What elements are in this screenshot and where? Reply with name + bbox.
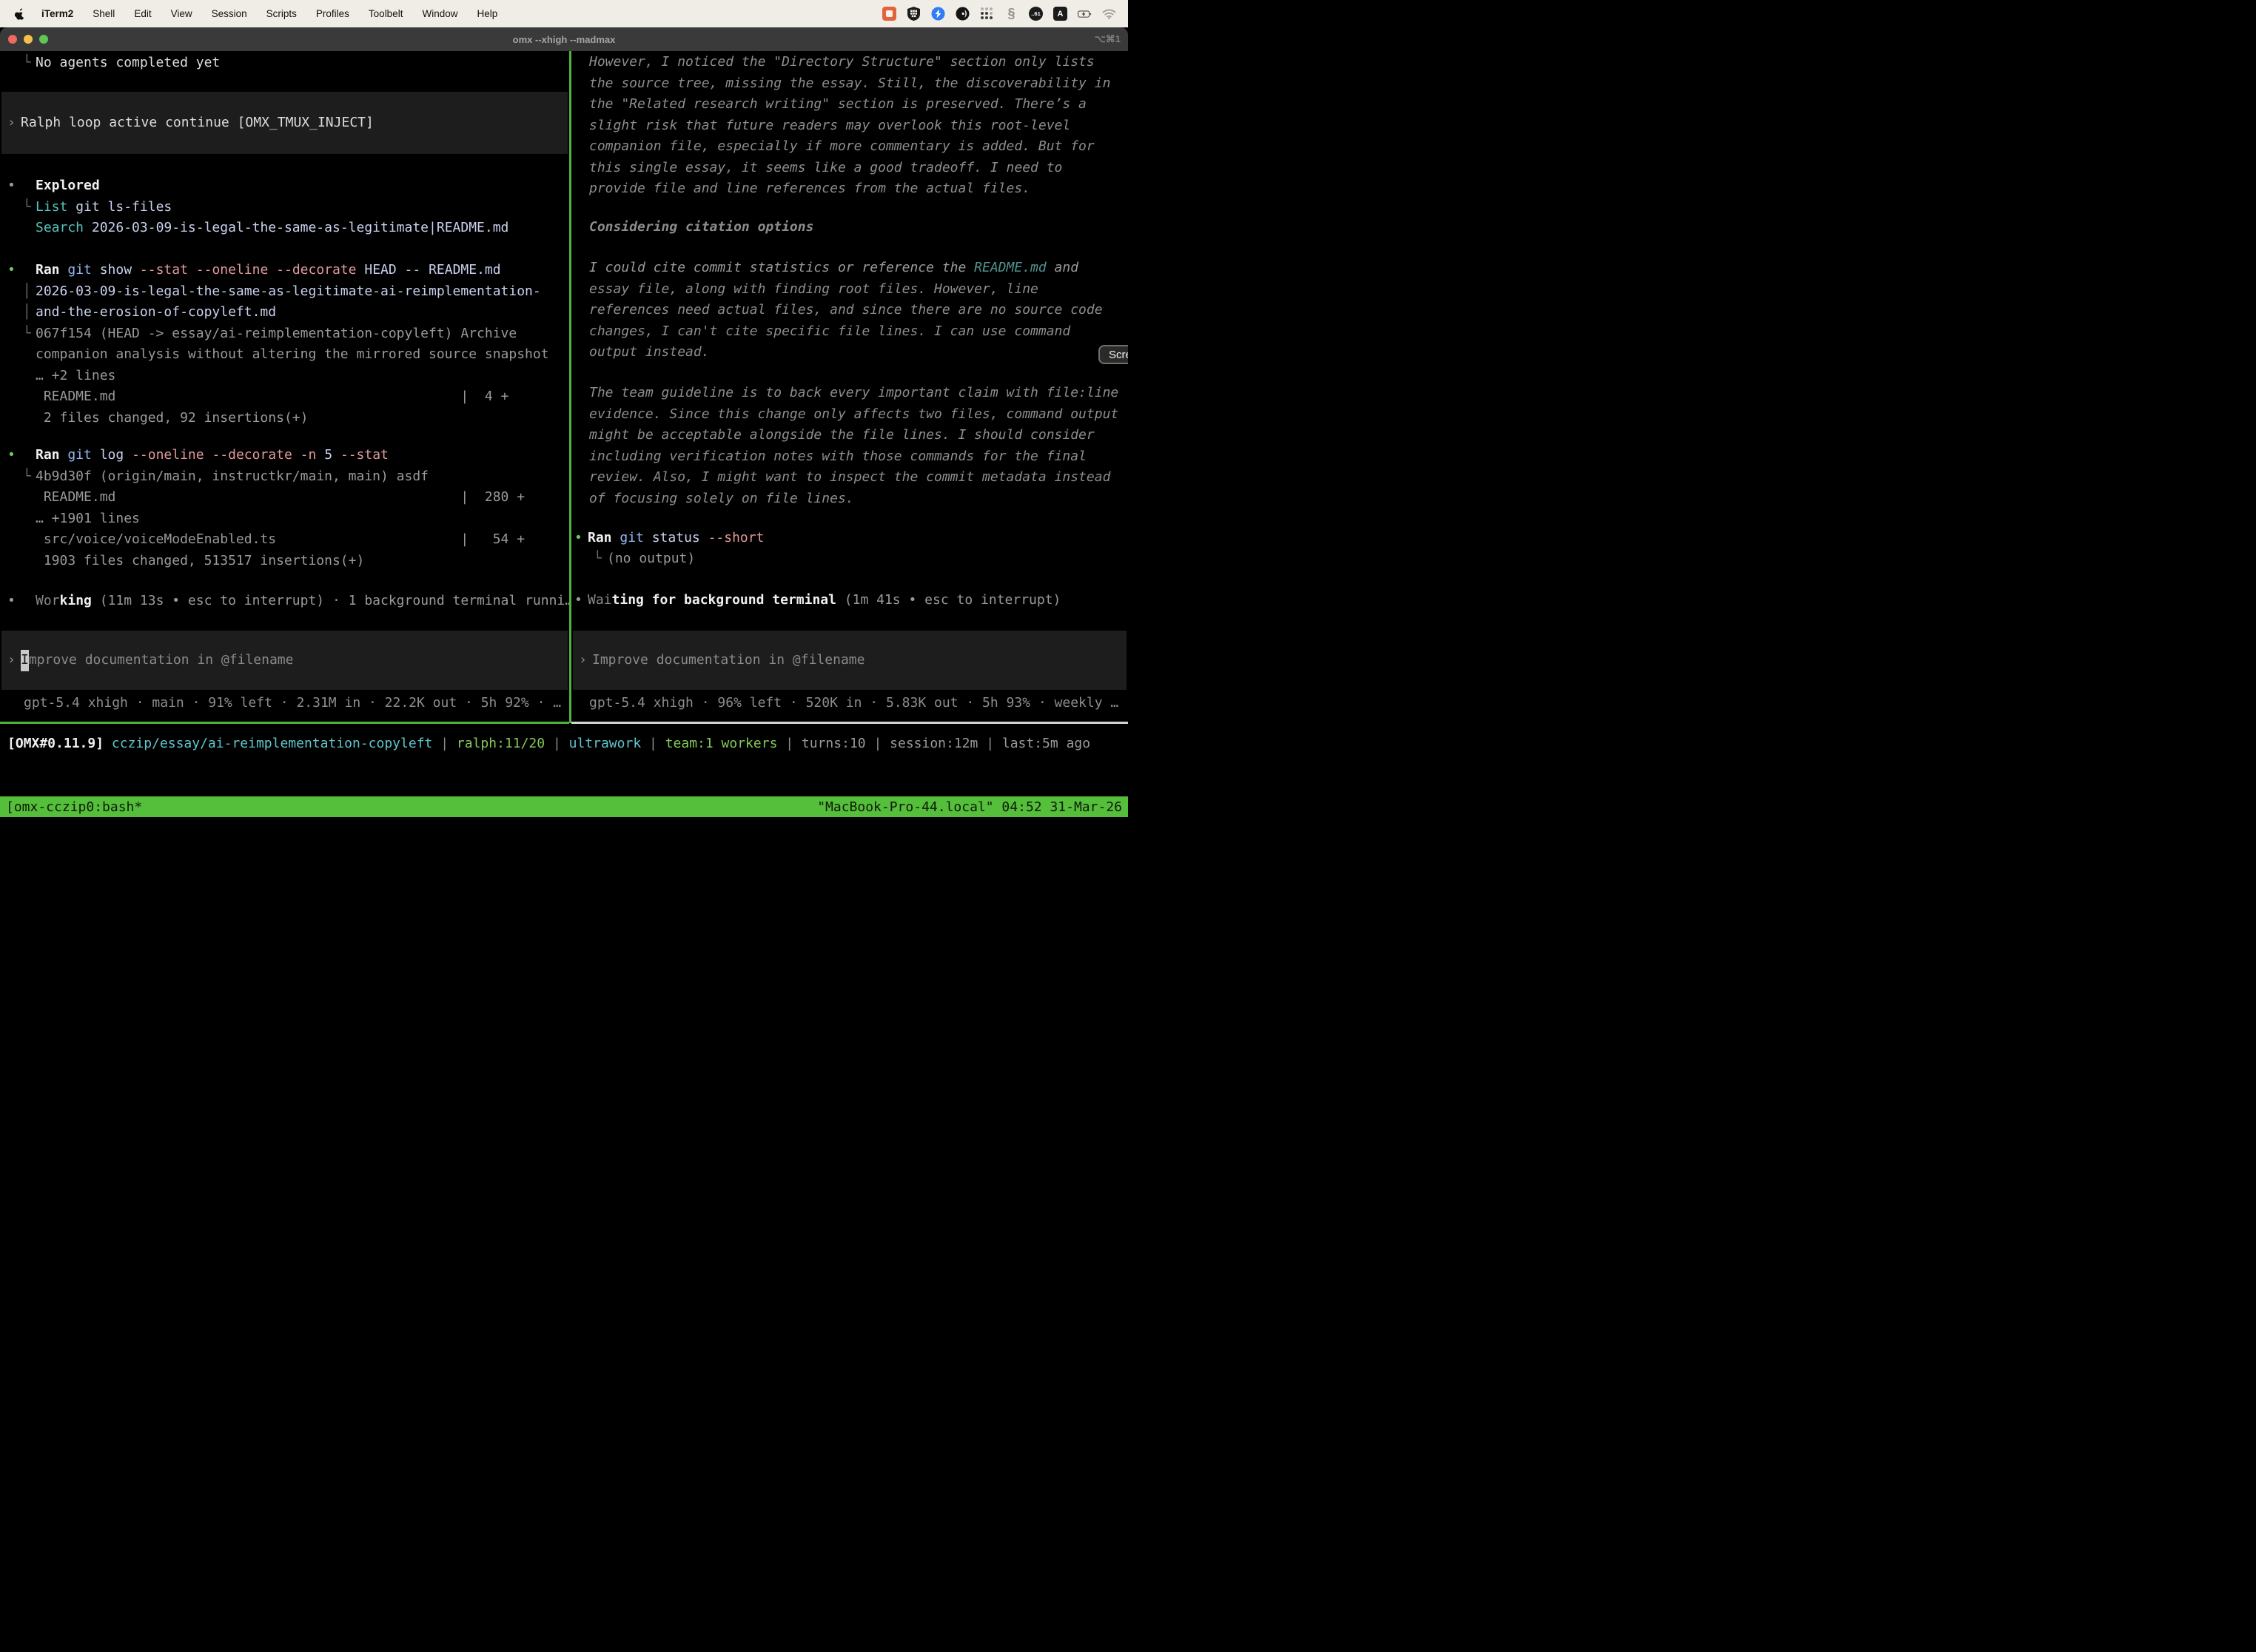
menu-item-window[interactable]: Window bbox=[422, 8, 457, 19]
git-show-command: Ran git show --stat --oneline --decorate… bbox=[36, 262, 501, 278]
model-status-left: gpt-5.4 xhigh · main · 91% left · 2.31M … bbox=[0, 693, 569, 714]
reasoning-paragraph-1: However, I noticed the "Directory Struct… bbox=[571, 52, 1128, 200]
window-title: omx --xhigh --madmax bbox=[0, 34, 1128, 45]
apple-menu-icon[interactable] bbox=[15, 8, 25, 20]
right-pane[interactable]: However, I noticed the "Directory Struct… bbox=[571, 51, 1128, 721]
menu-item-help[interactable]: Help bbox=[477, 8, 497, 19]
window-shortcut: ⌥⌘1 bbox=[1095, 33, 1121, 45]
squiggle-icon[interactable]: § bbox=[1004, 7, 1018, 21]
working-status-block: •Working (11m 13s • esc to interrupt) · … bbox=[0, 591, 569, 612]
window-title-bar[interactable]: omx --xhigh --madmax ⌥⌘1 bbox=[0, 27, 1128, 51]
kaleidoscope-icon[interactable] bbox=[956, 7, 970, 21]
no-output-text: (no output) bbox=[607, 551, 695, 566]
menu-item-iterm2[interactable]: iTerm2 bbox=[41, 8, 73, 19]
app-grid-icon[interactable] bbox=[980, 7, 994, 21]
screen-tooltip[interactable]: Scre bbox=[1098, 345, 1128, 364]
menu-bar: iTerm2 Shell Edit View Session Scripts P… bbox=[0, 0, 1128, 27]
git-status-block: •Ran git status --short bbox=[571, 528, 1128, 549]
left-pane-border bbox=[0, 722, 569, 724]
chat-icon[interactable] bbox=[882, 7, 896, 21]
ralph-loop-banner: ›Ralph loop active continue [OMX_TMUX_IN… bbox=[1, 92, 568, 154]
explored-block: •Explored └List git ls-files Search 2026… bbox=[0, 175, 569, 239]
tmux-status-bar: [omx-cczip0:bash* "MacBook-Pro-44.local"… bbox=[0, 796, 1128, 817]
wifi-icon[interactable] bbox=[1102, 7, 1116, 21]
reasoning-heading-block: Considering citation options bbox=[571, 217, 1128, 238]
waiting-status: Waiting for background terminal (1m 41s … bbox=[588, 592, 1061, 608]
git-log-block: •Ran git log --oneline --decorate -n 5 -… bbox=[0, 445, 569, 571]
menu-item-profiles[interactable]: Profiles bbox=[316, 8, 349, 19]
git-log-command: Ran git log --oneline --decorate -n 5 --… bbox=[36, 447, 389, 463]
input-source-icon[interactable]: A bbox=[1053, 7, 1067, 21]
git-status-command: Ran git status --short bbox=[588, 530, 764, 545]
reasoning-paragraph-2: I could cite commit statistics or refere… bbox=[571, 258, 1128, 363]
model-status-right: gpt-5.4 xhigh · 96% left · 520K in · 5.8… bbox=[571, 693, 1128, 714]
shield-grid-icon[interactable] bbox=[907, 7, 921, 21]
menu-item-shell[interactable]: Shell bbox=[93, 8, 115, 19]
agents-note: No agents completed yet bbox=[36, 55, 220, 70]
menu-item-session[interactable]: Session bbox=[212, 8, 247, 19]
prompt-input-left[interactable]: ›Improve documentation in @filename bbox=[1, 631, 568, 690]
explored-title: Explored bbox=[36, 178, 100, 193]
explored-list-line: List git ls-files bbox=[36, 199, 172, 215]
menu-item-toolbelt[interactable]: Toolbelt bbox=[369, 8, 403, 19]
reasoning-heading: Considering citation options bbox=[571, 217, 1128, 238]
git-show-block: •Ran git show --stat --oneline --decorat… bbox=[0, 260, 569, 429]
battery-charging-icon[interactable] bbox=[1078, 7, 1092, 21]
menu-item-scripts[interactable]: Scripts bbox=[266, 8, 297, 19]
tmux-host-clock: "MacBook-Pro-44.local" 04:52 31-Mar-26 bbox=[817, 799, 1122, 815]
explored-search-line: Search 2026-03-09-is-legal-the-same-as-l… bbox=[36, 220, 508, 235]
bolt-hexagon-icon[interactable] bbox=[931, 7, 945, 21]
agents-note-block: └No agents completed yet bbox=[0, 53, 569, 74]
model-status-right-block: gpt-5.4 xhigh · 96% left · 520K in · 5.8… bbox=[571, 693, 1128, 714]
right-pane-border bbox=[571, 722, 1128, 724]
left-pane[interactable]: └No agents completed yet ›Ralph loop act… bbox=[0, 51, 569, 721]
working-status: Working (11m 13s • esc to interrupt) · 1… bbox=[36, 593, 569, 608]
screen: iTerm2 Shell Edit View Session Scripts P… bbox=[0, 0, 1128, 826]
omx-status-line: [OMX#0.11.9] cczip/essay/ai-reimplementa… bbox=[0, 733, 1128, 755]
prompt-input-right[interactable]: ›Improve documentation in @filename bbox=[573, 631, 1127, 690]
no-output-block: └(no output) bbox=[571, 548, 1128, 570]
badge-61-icon[interactable]: ..61 bbox=[1029, 7, 1043, 21]
model-status-left-block: gpt-5.4 xhigh · main · 91% left · 2.31M … bbox=[0, 693, 569, 714]
reasoning-paragraph-3: The team guideline is to back every impo… bbox=[571, 383, 1128, 509]
tmux-session-name[interactable]: [omx-cczip0:bash* bbox=[6, 799, 142, 815]
text-cursor: I bbox=[21, 650, 29, 671]
terminal: └No agents completed yet ›Ralph loop act… bbox=[0, 51, 1128, 826]
ralph-loop-text: Ralph loop active continue [OMX_TMUX_INJ… bbox=[21, 115, 374, 130]
menubar-status-icons: § ..61 A bbox=[882, 7, 1128, 21]
menu-item-view[interactable]: View bbox=[171, 8, 192, 19]
waiting-status-block: •Waiting for background terminal (1m 41s… bbox=[571, 590, 1128, 611]
menu-item-edit[interactable]: Edit bbox=[134, 8, 151, 19]
